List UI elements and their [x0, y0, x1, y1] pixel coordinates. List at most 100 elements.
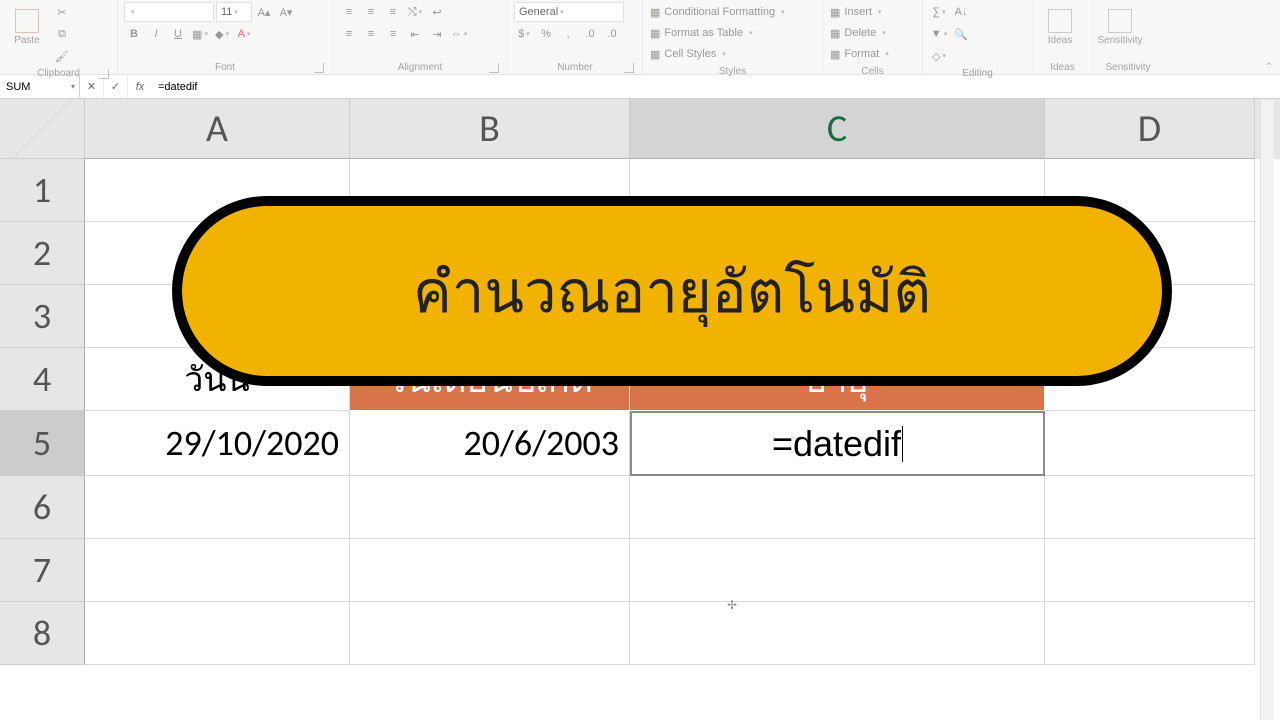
- text-caret: [902, 426, 903, 462]
- cell-D7[interactable]: [1045, 539, 1255, 602]
- row-header-2[interactable]: 2: [0, 222, 85, 285]
- cell-B5[interactable]: 20/6/2003: [350, 411, 630, 476]
- sensitivity-icon: [1108, 9, 1132, 33]
- col-header-C[interactable]: C: [630, 99, 1045, 159]
- row-header-6[interactable]: 6: [0, 476, 85, 539]
- number-group-label: Number: [557, 62, 593, 73]
- cell-D5[interactable]: [1045, 411, 1255, 476]
- row-header-7[interactable]: 7: [0, 539, 85, 602]
- editing-group-label: Editing: [962, 68, 993, 79]
- cell-C5-editing[interactable]: =datedif: [630, 411, 1045, 476]
- autosum-button[interactable]: ∑: [929, 2, 949, 22]
- cell-A7[interactable]: [85, 539, 350, 602]
- cell-C7[interactable]: [630, 539, 1045, 602]
- cell-cursor-icon: ✢: [727, 598, 737, 612]
- font-color-button[interactable]: A: [234, 24, 254, 44]
- cells-group-label: Cells: [861, 66, 883, 77]
- decrease-decimal-button[interactable]: .0: [602, 24, 622, 44]
- col-header-D[interactable]: D: [1045, 99, 1255, 159]
- font-group-label: Font: [215, 62, 235, 73]
- cell-C5-value: =datedif: [772, 423, 901, 465]
- find-select-button[interactable]: 🔍: [951, 24, 971, 44]
- col-header-B[interactable]: B: [350, 99, 630, 159]
- ideas-button[interactable]: Ideas: [1039, 2, 1081, 52]
- copy-button[interactable]: ⧉: [52, 24, 72, 44]
- ideas-icon: [1048, 9, 1072, 33]
- cell-B8[interactable]: [350, 602, 630, 665]
- alignment-launcher[interactable]: [489, 63, 499, 73]
- paste-button[interactable]: Paste: [6, 2, 48, 52]
- number-launcher[interactable]: [624, 63, 634, 73]
- formula-bar: SUM ✕ ✓ fx =datedif: [0, 75, 1280, 99]
- bold-button[interactable]: B: [124, 24, 144, 44]
- vertical-scrollbar[interactable]: [1260, 100, 1274, 720]
- align-middle-button[interactable]: ≡: [361, 2, 381, 22]
- underline-button[interactable]: U: [168, 24, 188, 44]
- fill-button[interactable]: ▼: [929, 24, 949, 44]
- font-size-select[interactable]: 11: [216, 2, 252, 22]
- cell-styles-button[interactable]: ▦ Cell Styles: [649, 44, 809, 64]
- orientation-button[interactable]: ⤭: [405, 2, 425, 22]
- cell-C8[interactable]: [630, 602, 1045, 665]
- cut-button[interactable]: ✂: [52, 2, 72, 22]
- conditional-formatting-button[interactable]: ▦ Conditional Formatting: [649, 2, 809, 22]
- sensitivity-button[interactable]: Sensitivity: [1099, 2, 1141, 52]
- increase-font-button[interactable]: A▴: [254, 2, 274, 22]
- format-cells-button[interactable]: ▦ Format: [829, 44, 909, 64]
- row-header-4[interactable]: 4: [0, 348, 85, 411]
- align-right-button[interactable]: ≡: [383, 24, 403, 44]
- ideas-group-label: Ideas: [1050, 62, 1074, 73]
- clipboard-icon: [15, 9, 39, 33]
- name-box[interactable]: SUM: [0, 75, 80, 98]
- column-headers: A B C D: [0, 99, 1280, 159]
- clear-button[interactable]: ◇: [929, 46, 949, 66]
- cell-A6[interactable]: [85, 476, 350, 539]
- border-button[interactable]: ▦: [190, 24, 210, 44]
- row-header-3[interactable]: 3: [0, 285, 85, 348]
- increase-decimal-button[interactable]: .0: [580, 24, 600, 44]
- font-family-select[interactable]: [124, 2, 214, 22]
- cell-B7[interactable]: [350, 539, 630, 602]
- cell-D8[interactable]: [1045, 602, 1255, 665]
- decrease-font-button[interactable]: A▾: [276, 2, 296, 22]
- col-header-A[interactable]: A: [85, 99, 350, 159]
- row-header-5[interactable]: 5: [0, 411, 85, 476]
- sensitivity-group-label: Sensitivity: [1105, 62, 1150, 73]
- format-as-table-button[interactable]: ▦ Format as Table: [649, 23, 809, 43]
- cell-A5[interactable]: 29/10/2020: [85, 411, 350, 476]
- alignment-group-label: Alignment: [398, 62, 442, 73]
- accounting-button[interactable]: $: [514, 24, 534, 44]
- decrease-indent-button[interactable]: ⇤: [405, 24, 425, 44]
- align-left-button[interactable]: ≡: [339, 24, 359, 44]
- align-bottom-button[interactable]: ≡: [383, 2, 403, 22]
- wrap-text-button[interactable]: ↩: [427, 2, 447, 22]
- title-banner: คำนวณอายุอัตโนมัติ: [172, 196, 1172, 386]
- row-header-8[interactable]: 8: [0, 602, 85, 665]
- row-header-1[interactable]: 1: [0, 159, 85, 222]
- cell-B6[interactable]: [350, 476, 630, 539]
- sort-filter-button[interactable]: A↓: [951, 2, 971, 22]
- increase-indent-button[interactable]: ⇥: [427, 24, 447, 44]
- merge-button[interactable]: ⇔: [449, 24, 469, 44]
- font-launcher[interactable]: [314, 63, 324, 73]
- select-all-corner[interactable]: [0, 99, 85, 159]
- comma-button[interactable]: ,: [558, 24, 578, 44]
- clipboard-launcher[interactable]: [99, 69, 109, 79]
- paste-label: Paste: [14, 35, 40, 46]
- percent-button[interactable]: %: [536, 24, 556, 44]
- insert-cells-button[interactable]: ▦ Insert: [829, 2, 909, 22]
- delete-cells-button[interactable]: ▦ Delete: [829, 23, 909, 43]
- align-top-button[interactable]: ≡: [339, 2, 359, 22]
- fx-icon[interactable]: fx: [128, 75, 152, 98]
- cell-A8[interactable]: [85, 602, 350, 665]
- ribbon: Paste ✂ ⧉ 🖌 Clipboard 11 A▴ A▾ B I U ▦ ◆: [0, 0, 1280, 75]
- number-format-select[interactable]: General: [514, 2, 624, 22]
- collapse-ribbon-button[interactable]: ⌃: [1264, 60, 1274, 74]
- cell-D6[interactable]: [1045, 476, 1255, 539]
- align-center-button[interactable]: ≡: [361, 24, 381, 44]
- italic-button[interactable]: I: [146, 24, 166, 44]
- cell-C6[interactable]: [630, 476, 1045, 539]
- format-painter-button[interactable]: 🖌: [52, 46, 72, 66]
- fill-color-button[interactable]: ◆: [212, 24, 232, 44]
- styles-group-label: Styles: [719, 66, 746, 77]
